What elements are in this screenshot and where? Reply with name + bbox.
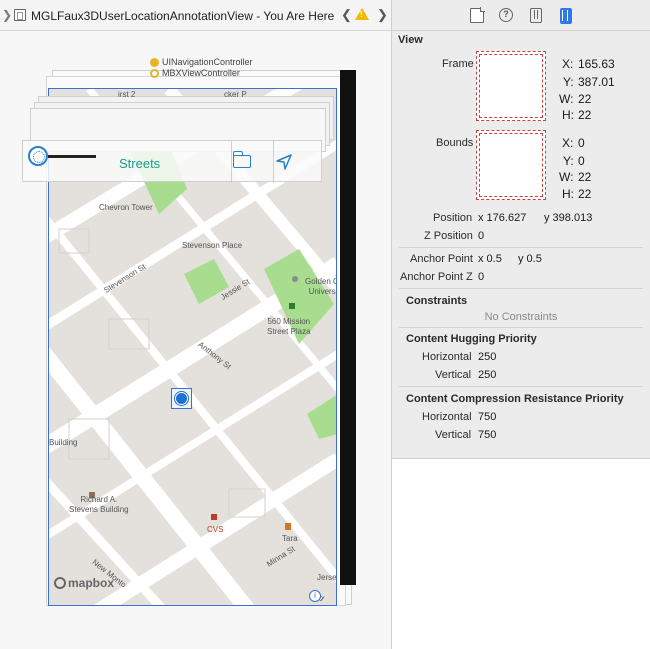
hugging-vertical-label: Vertical: [435, 369, 472, 381]
breadcrumb-title[interactable]: MGLFaux3DUserLocationAnnotationView - Yo…: [31, 9, 334, 23]
breadcrumb-chevron-icon[interactable]: ❯: [2, 8, 12, 22]
street-label-packer: cker P: [224, 90, 247, 99]
anchor-point-z-label: Anchor Point Z: [400, 271, 473, 283]
nav-controller-label: UINavigationController: [150, 57, 253, 68]
compression-vertical-label: Vertical: [435, 429, 472, 441]
hugging-horizontal-label: Horizontal: [422, 351, 472, 363]
folder-icon[interactable]: [233, 151, 251, 168]
frame-y-label: Y:: [563, 75, 574, 89]
frame-diagram: [476, 51, 546, 121]
size-inspector-icon[interactable]: [560, 8, 572, 24]
controller-labels: UINavigationController MBXViewController: [150, 57, 253, 79]
frame-w-label: W:: [559, 92, 574, 106]
frame-x-label: X:: [562, 57, 574, 71]
bounds-h-label: H:: [562, 187, 574, 201]
jump-bar: ❯ MGLFaux3DUserLocationAnnotationView - …: [0, 0, 391, 31]
anchor-x-value: x 0.5: [478, 253, 502, 265]
view-debugger-canvas[interactable]: ❯ MGLFaux3DUserLocationAnnotationView - …: [0, 0, 391, 649]
identity-inspector-icon[interactable]: [530, 8, 542, 23]
bounds-w-value: 22: [578, 170, 592, 184]
settings-gear-icon[interactable]: [28, 146, 48, 166]
position-label: Position: [433, 212, 473, 224]
frame-h-value: 22: [578, 108, 592, 122]
map-label-cvs: CVS: [207, 525, 224, 534]
anchor-point-label: Anchor Point: [410, 253, 473, 265]
separator: [399, 288, 643, 289]
bounds-w-label: W:: [559, 170, 574, 184]
content-hugging-title: Content Hugging Priority: [406, 333, 537, 345]
mapbox-logo-icon: [54, 577, 66, 589]
hugging-horizontal-value: 250: [478, 351, 497, 363]
user-location-dot-icon: [175, 392, 188, 405]
bounds-label: Bounds: [436, 137, 474, 149]
compression-resistance-title: Content Compression Resistance Priority: [406, 393, 624, 405]
nav-controller-name: UINavigationController: [162, 57, 253, 67]
user-location-annotation-view[interactable]: [171, 388, 192, 409]
frame-w-value: 22: [578, 92, 592, 106]
toolbar-separator: [48, 155, 96, 158]
frame-label: Frame: [442, 58, 474, 70]
z-position-label: Z Position: [424, 230, 473, 242]
view-controller-label: MBXViewController: [150, 68, 253, 79]
map-label-tara: Tara: [282, 534, 298, 543]
warning-triangle-icon[interactable]: !: [355, 8, 369, 20]
next-issue-button[interactable]: ❯: [377, 7, 388, 23]
file-inspector-icon[interactable]: [470, 7, 485, 23]
map-label-stevenson-place: Stevenson Place: [182, 241, 243, 250]
map-label-richard-stevens: Richard A. Stevens Building: [69, 495, 129, 514]
separator: [399, 247, 643, 248]
view-icon: [14, 9, 26, 21]
position-x-value: x 176.627: [478, 212, 527, 224]
size-inspector-pane: ? View Frame X: 165.63 Y: 387.01 W: 22 H…: [392, 0, 650, 649]
no-constraints-text: No Constraints: [484, 311, 558, 323]
compression-horizontal-label: Horizontal: [422, 411, 472, 423]
attribution-info-icon[interactable]: i: [309, 590, 321, 602]
bounds-y-label: Y:: [563, 154, 574, 168]
location-arrow-icon[interactable]: [275, 153, 293, 171]
bounds-x-label: X:: [562, 136, 574, 150]
street-label-first: irst 2: [118, 90, 136, 99]
anchor-y-value: y 0.5: [518, 253, 542, 265]
anchor-point-z-value: 0: [478, 271, 485, 283]
map-label-golden-gate: Golden G Univers: [305, 277, 336, 296]
separator: [399, 386, 643, 387]
mapbox-logo-text: mapbox: [68, 576, 115, 590]
frame-h-label: H:: [562, 108, 574, 122]
controller-circle-icon: [150, 69, 159, 78]
constraints-title: Constraints: [406, 295, 468, 307]
mapbox-logo: mapbox: [54, 576, 114, 590]
toolbar-layer[interactable]: Streets: [22, 140, 322, 183]
map-label-building: Building: [49, 438, 78, 447]
map-label-chevron-tower: Chevron Tower: [99, 203, 153, 212]
compression-vertical-value: 750: [478, 429, 497, 441]
map-label-jersey: Jerse: [317, 573, 337, 582]
toolbar-divider: [273, 141, 274, 183]
bounds-diagram: [476, 130, 546, 200]
bounds-x-value: 0: [578, 136, 585, 150]
style-title-button[interactable]: Streets: [119, 156, 160, 171]
position-y-value: y 398.013: [544, 212, 593, 224]
separator: [399, 327, 643, 328]
library-pane: [392, 459, 650, 649]
view-section-title: View: [398, 34, 423, 46]
previous-issue-button[interactable]: ❮: [341, 7, 352, 23]
frame-x-value: 165.63: [578, 57, 615, 71]
map-label-mission-plaza: 560 Mission Street Plaza: [267, 317, 311, 336]
controller-dot-icon: [150, 58, 159, 67]
compression-horizontal-value: 750: [478, 411, 497, 423]
bounds-y-value: 0: [578, 154, 585, 168]
frame-y-value: 387.01: [578, 75, 615, 89]
window-edge-layer[interactable]: [340, 70, 356, 585]
inspector-tab-bar: ?: [392, 0, 650, 31]
z-position-value: 0: [478, 230, 485, 242]
quick-help-icon[interactable]: ?: [499, 8, 513, 22]
bounds-h-value: 22: [578, 187, 592, 201]
hugging-vertical-value: 250: [478, 369, 497, 381]
toolbar-divider: [231, 141, 232, 183]
view-controller-name: MBXViewController: [162, 68, 240, 78]
